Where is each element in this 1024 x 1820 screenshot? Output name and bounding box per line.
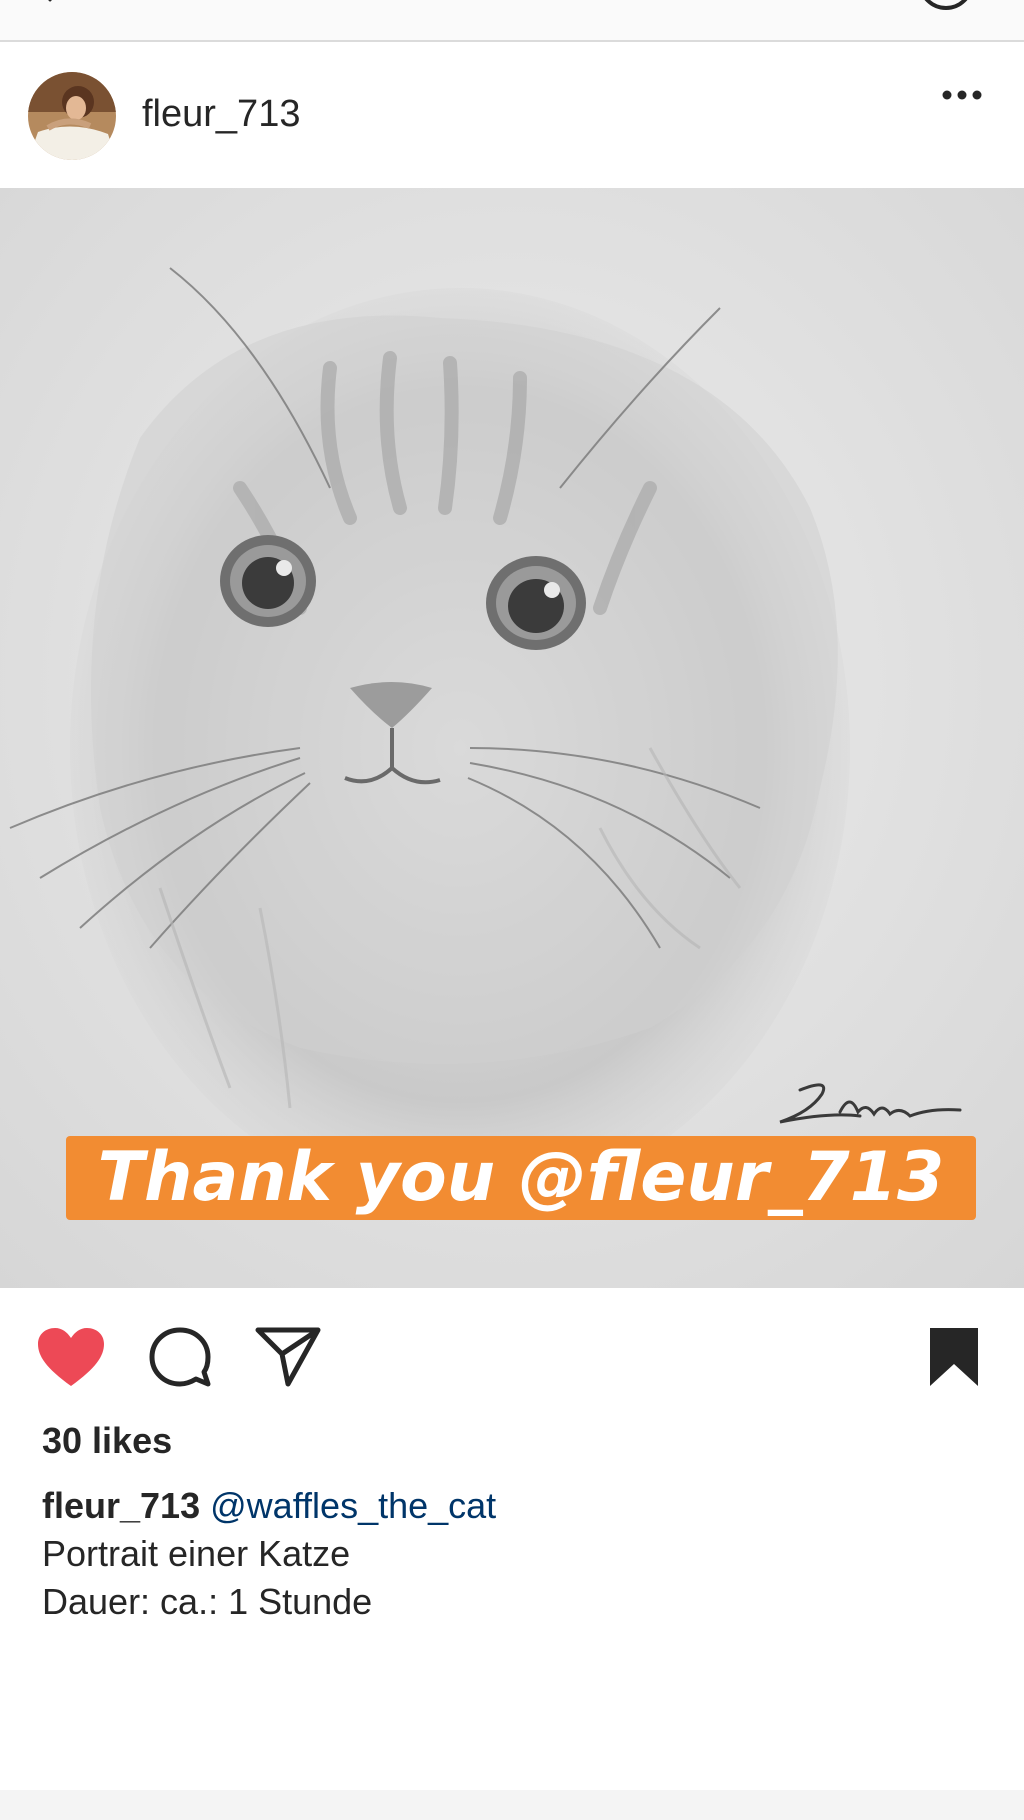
comment-icon[interactable]	[148, 1326, 212, 1390]
more-options-icon[interactable]	[940, 88, 984, 102]
top-nav-bar	[0, 0, 1024, 42]
post-caption: fleur_713 @waffles_the_cat Portrait eine…	[42, 1482, 982, 1626]
caption-mention[interactable]: @waffles_the_cat	[210, 1485, 496, 1526]
caption-line-3: Dauer: ca.: 1 Stunde	[42, 1581, 373, 1622]
bookmark-icon[interactable]	[928, 1326, 980, 1388]
caption-line-1: fleur_713 @waffles_the_cat	[42, 1482, 982, 1530]
sticker-text: Thank you @fleur_713	[97, 1138, 945, 1217]
post-header: fleur_713	[0, 44, 1024, 188]
post-photo[interactable]: Thank you @fleur_713	[0, 188, 1024, 1288]
avatar[interactable]	[28, 72, 116, 160]
artist-signature	[779, 1083, 962, 1124]
caption-line-2: Portrait einer Katze	[42, 1533, 351, 1574]
thank-you-sticker: Thank you @fleur_713	[66, 1136, 976, 1220]
post-actions	[0, 1288, 1024, 1418]
back-arrow-icon[interactable]	[40, 0, 70, 10]
paper-plane-icon[interactable]	[254, 1324, 322, 1388]
likes-count[interactable]: 30 likes	[42, 1420, 172, 1462]
caption-username[interactable]: fleur_713	[42, 1485, 200, 1526]
avatar-image	[28, 72, 116, 160]
heart-icon[interactable]	[36, 1326, 106, 1390]
bottom-divider	[0, 1790, 1024, 1820]
post-username[interactable]: fleur_713	[142, 92, 300, 136]
direct-message-icon[interactable]	[918, 0, 974, 14]
